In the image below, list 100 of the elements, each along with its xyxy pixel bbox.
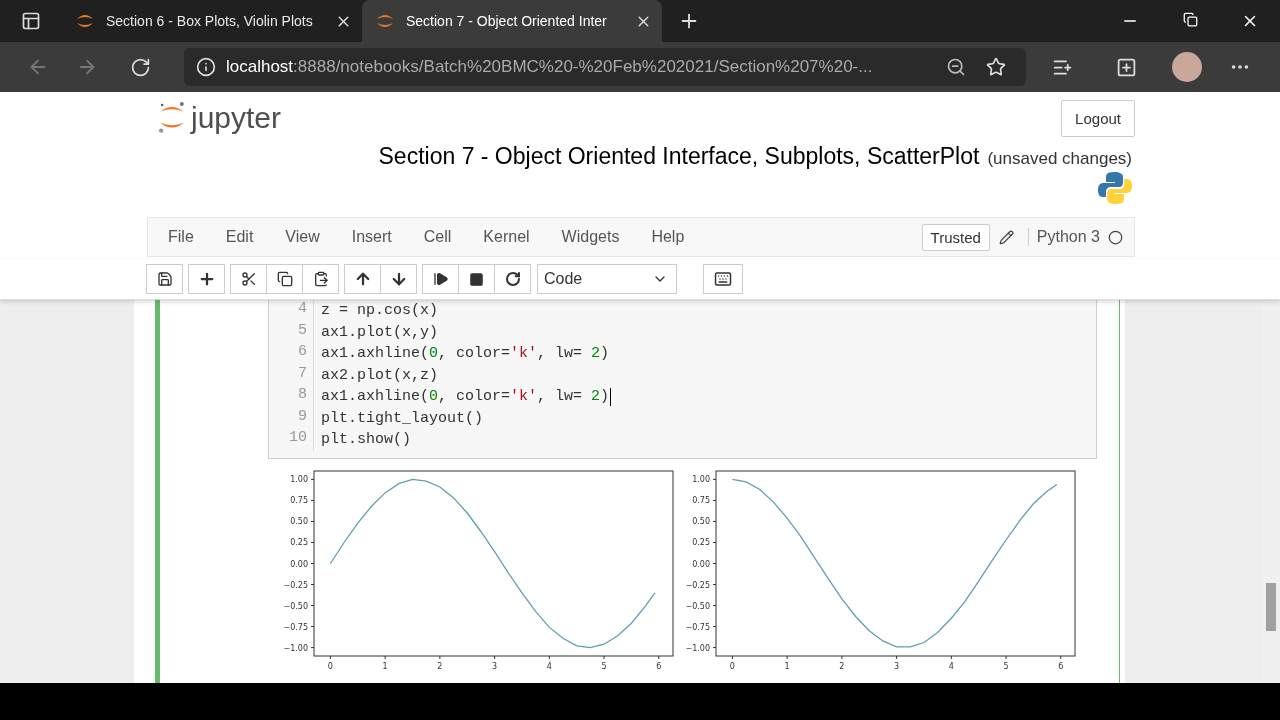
scroll-thumb[interactable] <box>1266 583 1276 631</box>
cut-button[interactable] <box>230 264 267 294</box>
copy-button[interactable] <box>266 264 303 294</box>
code-line: ax2.plot(x,z) <box>321 366 439 384</box>
menu-item[interactable]: File <box>152 228 210 246</box>
jupyter-logo-icon <box>157 100 187 135</box>
reload-icon[interactable] <box>129 56 151 78</box>
code-line: ax1.axhline(0, color='k', lw= 2) <box>321 345 610 363</box>
run-button[interactable] <box>422 264 459 294</box>
x-tick-label: 0 <box>729 661 735 671</box>
y-tick-label: −0.25 <box>283 580 308 589</box>
x-tick-label: 3 <box>492 661 498 671</box>
x-tick-label: 2 <box>437 661 443 671</box>
url-text: localhost:8888/notebooks/Batch%20BMC%20-%20Feb%202021/Section%207%20-... <box>226 57 874 77</box>
restart-button[interactable] <box>494 264 531 294</box>
scissors-icon <box>240 271 257 287</box>
collections-icon[interactable] <box>1115 56 1137 78</box>
x-tick-label: 4 <box>546 661 552 671</box>
y-tick-label: 0.75 <box>290 495 308 505</box>
y-tick-label: −0.50 <box>283 601 308 611</box>
favorite-add-icon[interactable] <box>986 57 1006 77</box>
menu-item[interactable]: Widgets <box>545 228 636 246</box>
copy-icon <box>276 271 293 287</box>
x-tick-label: 1 <box>784 661 790 671</box>
logo-text: jupyter <box>191 100 282 135</box>
line-number: 9 <box>297 407 308 427</box>
x-tick-label: 1 <box>382 661 388 671</box>
save-status: (unsaved changes) <box>987 149 1132 169</box>
move-down-button[interactable] <box>380 264 417 294</box>
y-tick-label: −0.25 <box>685 580 710 589</box>
y-tick-label: 0.50 <box>692 516 710 526</box>
x-tick-label: 2 <box>839 661 845 671</box>
notebook-title[interactable]: Section 7 - Object Oriented Interface, Subplots, ScatterPlot <box>378 143 980 170</box>
code-cell[interactable] <box>155 300 1120 683</box>
zoom-out-icon[interactable] <box>946 57 966 77</box>
x-tick-label: 5 <box>601 661 607 671</box>
y-tick-label: −1.00 <box>685 643 710 653</box>
cell-type-select[interactable]: Code <box>537 264 677 294</box>
code-editor[interactable]: 4 5 6 7 8 9 10 z = np.cos(x) ax1.plot(x,y) ax1.axhline(0, color='k', lw= 2) ax2.plot(x,z) ax1.axhline(0, color='k', lw= 2) plt.tight_layout() plt.show() <box>268 300 1097 459</box>
insert-cell-button[interactable] <box>188 264 225 294</box>
tab-title: Section 7 - Object Oriented Inter <box>406 13 608 29</box>
x-tick-label: 5 <box>1003 661 1009 671</box>
line-number: 8 <box>297 386 308 405</box>
x-tick-label: 6 <box>1058 661 1064 671</box>
code-line: ax1.axhline(0, color='k', lw= 2) <box>321 388 610 406</box>
kernel-name: Python 3 <box>1027 228 1100 246</box>
line-number: 7 <box>297 364 308 384</box>
x-tick-label: 3 <box>894 661 900 671</box>
keyboard-icon <box>714 270 732 288</box>
y-tick-label: 0.50 <box>290 516 308 526</box>
tab-title: Section 6 - Box Plots, Violin Plots <box>106 13 314 29</box>
menu-item[interactable]: Insert <box>335 228 408 246</box>
menu-item[interactable]: Edit <box>209 228 270 246</box>
profile-avatar[interactable] <box>1172 52 1202 82</box>
move-up-button[interactable] <box>344 264 381 294</box>
save-icon <box>156 271 173 287</box>
y-tick-label: 0.75 <box>692 495 710 505</box>
y-tick-label: −0.75 <box>283 622 308 632</box>
restore-icon[interactable] <box>1182 12 1198 27</box>
clipboard-icon <box>312 271 329 287</box>
x-tick-label: 0 <box>327 661 333 671</box>
y-tick-label: 0.25 <box>290 538 308 547</box>
x-tick-label: 4 <box>948 661 954 671</box>
edit-icon[interactable] <box>999 229 1015 245</box>
address-field[interactable]: localhost:8888/notebooks/Batch%20BMC%20-%20Feb%202021/Section%207%20-... <box>184 48 1026 86</box>
info-icon[interactable] <box>196 57 216 77</box>
line-number: 4 <box>297 300 308 319</box>
stop-button[interactable] <box>458 264 495 294</box>
x-tick-label: 6 <box>656 661 662 671</box>
menu-item[interactable]: Kernel <box>467 228 546 246</box>
browser-tab[interactable]: Section 6 - Box Plots, Violin Plots <box>62 0 362 42</box>
stop-icon <box>469 271 484 287</box>
y-tick-label: −0.75 <box>685 622 710 632</box>
line-number: 10 <box>288 429 308 448</box>
save-button[interactable] <box>146 264 183 294</box>
line-number: 5 <box>297 321 308 341</box>
python-logo-icon <box>1097 170 1133 206</box>
y-tick-label: 1.00 <box>290 474 308 484</box>
keyboard-button[interactable] <box>703 264 743 294</box>
code-line: ax1.plot(x,y) <box>321 323 439 341</box>
browser-tab[interactable]: Section 7 - Object Oriented Inter <box>362 0 662 42</box>
trusted-button[interactable]: Trusted <box>921 223 990 251</box>
line-number: 6 <box>297 343 308 362</box>
menu-item[interactable]: View <box>269 228 336 246</box>
code-line: plt.show() <box>321 431 411 449</box>
menu-item[interactable]: Cell <box>407 228 468 246</box>
code-line: z = np.cos(x) <box>321 302 439 320</box>
y-tick-label: 0.25 <box>692 538 710 547</box>
restart-icon <box>504 271 521 287</box>
menu-item[interactable]: Help <box>635 228 701 246</box>
code-line: plt.tight_layout() <box>321 409 484 427</box>
y-tick-label: −1.00 <box>283 643 308 653</box>
y-tick-label: 0.00 <box>290 559 308 568</box>
logout-button[interactable]: Logout <box>1061 100 1135 137</box>
step-forward-icon <box>432 271 449 287</box>
y-tick-label: 0.00 <box>692 559 710 568</box>
y-tick-label: −0.50 <box>685 601 710 611</box>
y-tick-label: 1.00 <box>692 474 710 484</box>
paste-button[interactable] <box>302 264 339 294</box>
tab-actions-icon[interactable] <box>21 11 41 31</box>
